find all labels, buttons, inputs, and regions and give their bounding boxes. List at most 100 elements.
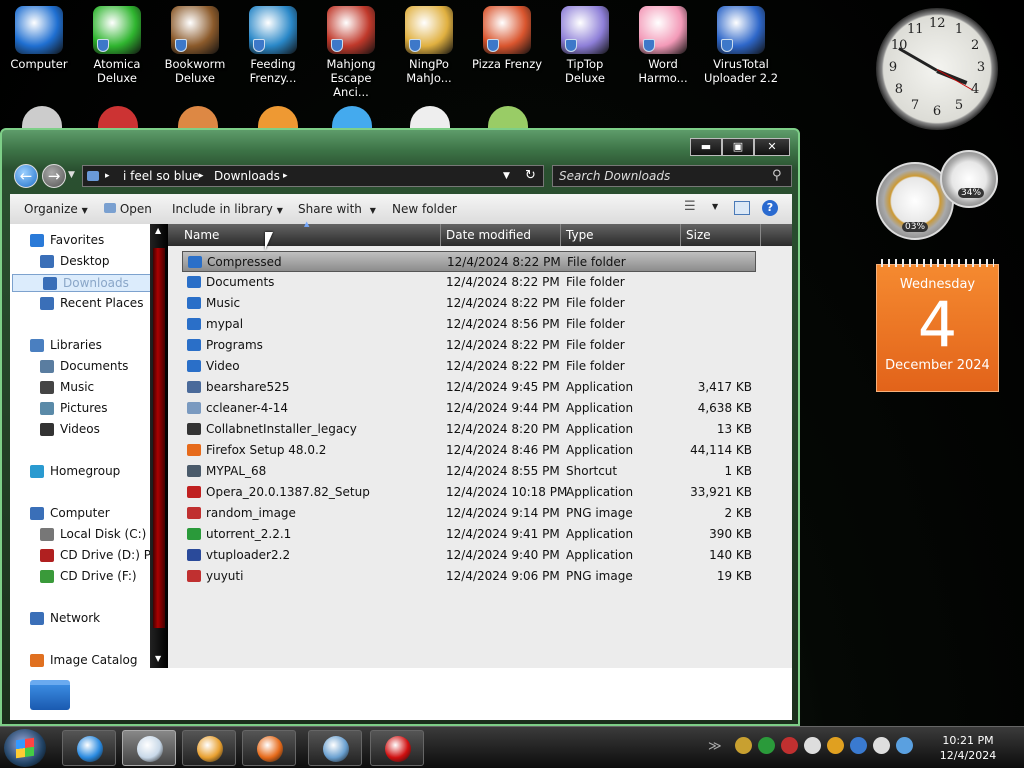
desktop-icon-partial[interactable] [488,106,528,128]
nav-item-network[interactable]: Network [10,610,150,628]
taskbar-button[interactable] [370,730,424,766]
breadcrumb-current[interactable]: Downloads [214,166,280,186]
organize-button[interactable]: Organize ▼ [24,202,88,216]
chevron-down-icon[interactable]: ▼ [712,202,718,211]
desktop-icon-partial[interactable] [410,106,450,128]
back-button[interactable]: ← [14,164,38,188]
desktop-icon[interactable]: Word Harmo... [624,6,702,85]
desktop-icon[interactable]: Atomica Deluxe [78,6,156,85]
tray-icon[interactable] [804,737,821,754]
preview-pane-icon[interactable] [734,201,750,215]
desktop-icon-partial[interactable] [98,106,138,128]
file-row[interactable]: mypal 12/4/2024 8:56 PM File folder [182,314,756,335]
file-row[interactable]: Compressed 12/4/2024 8:22 PM File folder [182,251,756,272]
file-row[interactable]: Music 12/4/2024 8:22 PM File folder [182,293,756,314]
column-header-size[interactable]: Size [686,228,711,242]
tray-icon[interactable] [827,737,844,754]
nav-item-downloads[interactable]: Downloads [12,274,150,292]
tray-icon[interactable] [873,737,890,754]
tray-icon[interactable] [850,737,867,754]
new-folder-button[interactable]: New folder [392,202,457,216]
column-header-name[interactable]: Name [184,228,219,242]
nav-item-cd-drive-d-pop[interactable]: CD Drive (D:) Pop [10,547,150,565]
start-button[interactable] [4,729,46,767]
explorer-window[interactable]: ▬ ▣ ✕ ← → ▼ ▸ i feel so blue ▸ Downloads… [0,128,800,726]
search-input[interactable]: Search Downloads [552,165,792,187]
taskbar-overflow-icon[interactable]: ≫ [708,739,722,754]
file-row[interactable]: vtuploader2.2 12/4/2024 9:40 PM Applicatio… [182,545,756,566]
column-header-type[interactable]: Type [566,228,594,242]
nav-item-recent-places[interactable]: Recent Places [10,295,150,313]
taskbar-button[interactable] [122,730,176,766]
maximize-button[interactable]: ▣ [722,138,754,156]
column-divider[interactable] [440,224,441,246]
nav-item-local-disk-c[interactable]: Local Disk (C:) [10,526,150,544]
taskbar-button[interactable] [182,730,236,766]
calendar-gadget[interactable]: Wednesday 4 December 2024 [876,259,999,392]
file-row[interactable]: bearshare525 12/4/2024 9:45 PM Application… [182,377,756,398]
tray-icon[interactable] [781,737,798,754]
column-divider[interactable] [760,224,761,246]
file-row[interactable]: Programs 12/4/2024 8:22 PM File folder [182,335,756,356]
tray-icon[interactable] [758,737,775,754]
share-with-button[interactable]: Share with ▼ [298,202,376,216]
recent-pages-dropdown-icon[interactable]: ▼ [68,170,75,180]
nav-item-cd-drive-f[interactable]: CD Drive (F:) [10,568,150,586]
nav-scrollbar[interactable]: ▲ ▼ [150,224,168,668]
tray-icon[interactable] [896,737,913,754]
scroll-up-icon[interactable]: ▲ [155,226,161,235]
nav-item-libraries[interactable]: Libraries [10,337,150,355]
desktop-icon-partial[interactable] [178,106,218,128]
file-row[interactable]: CollabnetInstaller_legacy 12/4/2024 8:20 … [182,419,756,440]
file-row[interactable]: random_image 12/4/2024 9:14 PM PNG image 2 … [182,503,756,524]
refresh-icon[interactable]: ↻ [525,166,536,186]
close-button[interactable]: ✕ [754,138,790,156]
file-row[interactable]: Video 12/4/2024 8:22 PM File folder [182,356,756,377]
desktop-icon[interactable]: TipTop Deluxe [546,6,624,85]
tray-icon[interactable] [735,737,752,754]
forward-button[interactable]: → [42,164,66,188]
desktop-icon[interactable]: VirusTotal Uploader 2.2 [702,6,780,85]
desktop-icon[interactable]: Mahjong Escape Anci... [312,6,390,99]
column-divider[interactable] [680,224,681,246]
desktop-icon[interactable]: Pizza Frenzy [468,6,546,71]
nav-item-image-catalog[interactable]: Image Catalog [10,652,150,668]
file-row[interactable]: ccleaner-4-14 12/4/2024 9:44 PM Applicatio… [182,398,756,419]
taskbar-clock[interactable]: 10:21 PM 12/4/2024 [930,733,1006,763]
desktop-icon[interactable]: Computer [0,6,78,71]
nav-item-favorites[interactable]: Favorites [10,232,150,250]
file-row[interactable]: Documents 12/4/2024 8:22 PM File folder [182,272,756,293]
nav-item-videos[interactable]: Videos [10,421,150,439]
address-dropdown-icon[interactable]: ▼ [503,166,510,186]
help-icon[interactable]: ? [762,200,778,216]
nav-item-computer[interactable]: Computer [10,505,150,523]
desktop-icon[interactable]: Feeding Frenzy... [234,6,312,85]
desktop-icon-partial[interactable] [332,106,372,128]
taskbar-button[interactable] [242,730,296,766]
column-header-date[interactable]: Date modified [446,228,531,242]
nav-item-pictures[interactable]: Pictures [10,400,150,418]
desktop-icon-partial[interactable] [258,106,298,128]
file-row[interactable]: yuyuti 12/4/2024 9:06 PM PNG image 19 KB [182,566,756,587]
minimize-button[interactable]: ▬ [690,138,722,156]
breadcrumb-root[interactable]: i feel so blue [123,166,200,186]
file-row[interactable]: Opera_20.0.1387.82_Setup 12/4/2024 10:18 … [182,482,756,503]
nav-item-homegroup[interactable]: Homegroup [10,463,150,481]
address-bar[interactable]: ▸ i feel so blue ▸ Downloads ▸ ▼ ↻ [82,165,544,187]
include-in-library-button[interactable]: Include in library ▼ [172,202,283,216]
open-button[interactable]: Open [104,202,152,216]
nav-item-music[interactable]: Music [10,379,150,397]
file-row[interactable]: Firefox Setup 48.0.2 12/4/2024 8:46 PM App… [182,440,756,461]
view-options-icon[interactable]: ☰ [684,199,696,214]
file-row[interactable]: MYPAL_68 12/4/2024 8:55 PM Shortcut 1 KB [182,461,756,482]
desktop-icon[interactable]: NingPo MahJo... [390,6,468,85]
taskbar-button[interactable] [62,730,116,766]
memory-meter-gadget[interactable]: 34% [940,150,998,208]
file-row[interactable]: utorrent_2.2.1 12/4/2024 9:41 PM Applicati… [182,524,756,545]
nav-item-desktop[interactable]: Desktop [10,253,150,271]
column-divider[interactable] [560,224,561,246]
desktop-icon-partial[interactable] [22,106,62,128]
taskbar-button[interactable] [308,730,362,766]
desktop-icon[interactable]: Bookworm Deluxe [156,6,234,85]
scroll-down-icon[interactable]: ▼ [155,654,161,663]
